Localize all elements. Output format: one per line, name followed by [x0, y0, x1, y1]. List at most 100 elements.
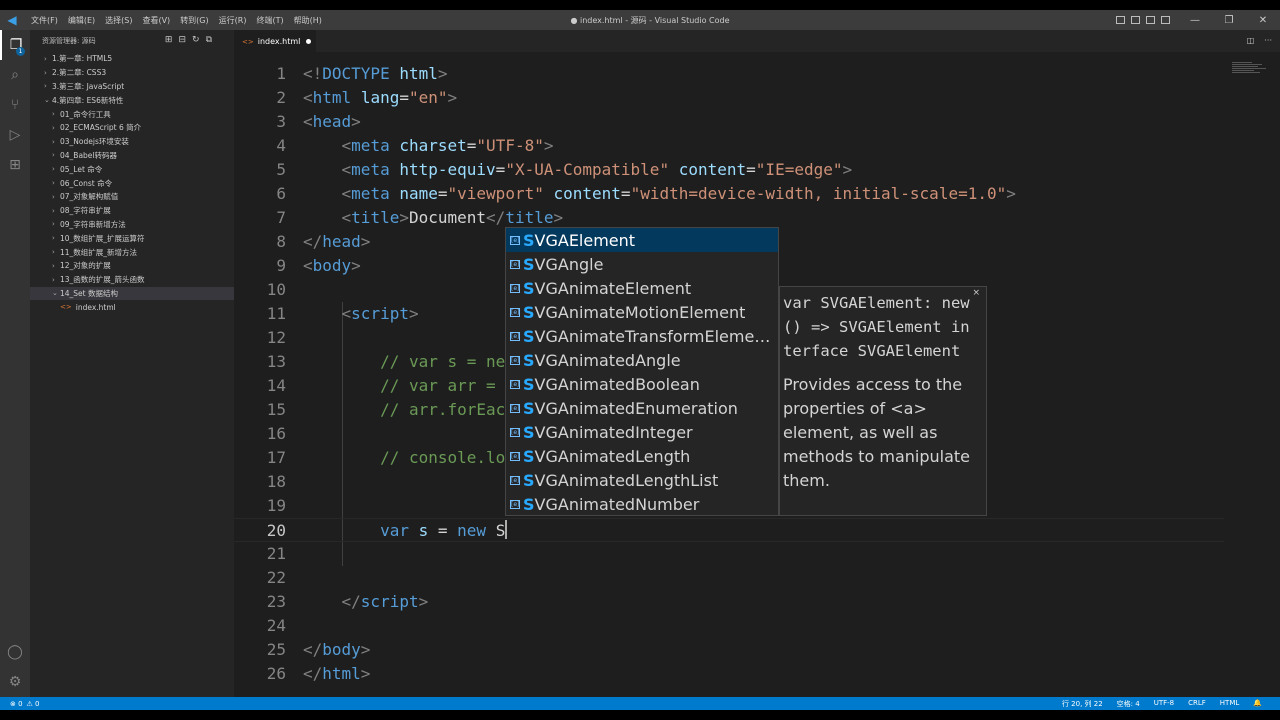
suggestion-item[interactable]: [e] S VGAnimatedAngle: [506, 348, 778, 372]
code-token: title: [505, 208, 554, 227]
text-cursor: [505, 520, 508, 539]
tree-folder-item[interactable]: › 11_数组扩展_新增方法: [30, 245, 234, 259]
toggle-panel-icon[interactable]: [1131, 16, 1140, 24]
split-editor-icon[interactable]: ◫: [1247, 36, 1255, 45]
customize-layout-icon[interactable]: [1161, 16, 1170, 24]
code-line[interactable]: 21: [234, 542, 1224, 566]
refresh-icon[interactable]: ↻: [192, 35, 200, 45]
more-actions-icon[interactable]: ···: [1264, 36, 1272, 45]
suggestion-item[interactable]: [e] S VGAnimatedNumber: [506, 492, 778, 516]
tree-folder-item[interactable]: › 13_函数的扩展_箭头函数: [30, 273, 234, 287]
extensions-icon[interactable]: ⊞: [0, 150, 30, 180]
tree-folder-item[interactable]: › 1.第一章: HTML5: [30, 52, 234, 66]
line-number: 15: [266, 400, 286, 419]
code-line[interactable]: 5 <meta http-equiv="X-UA-Compatible" con…: [234, 158, 1224, 182]
source-control-icon[interactable]: ⑂: [0, 90, 30, 120]
suggestion-item[interactable]: [e] S VGAElement: [506, 228, 778, 252]
code-text: </body>: [303, 638, 370, 662]
tree-folder-item[interactable]: › 07_对象解构赋值: [30, 190, 234, 204]
tree-folder-item[interactable]: ⌄ 4.第四章: ES6新特性: [30, 93, 234, 107]
tree-folder-item[interactable]: › 04_Babel转码器: [30, 149, 234, 163]
suggestion-item[interactable]: [e] S VGAnimatedInteger: [506, 420, 778, 444]
new-file-icon[interactable]: ⊞: [165, 35, 173, 45]
menu-item[interactable]: 选择(S): [100, 15, 137, 26]
suggestion-item[interactable]: [e] S VGAnimateTransformEleme…: [506, 324, 778, 348]
suggestion-label: VGAnimatedAngle: [534, 350, 681, 370]
minimap[interactable]: [1232, 62, 1270, 92]
code-line[interactable]: 24: [234, 614, 1224, 638]
collapse-all-icon[interactable]: ⧉: [206, 35, 212, 45]
code-token: <: [341, 160, 352, 179]
tree-folder-item[interactable]: › 02_ECMAScript 6 简介: [30, 121, 234, 135]
menu-item[interactable]: 查看(V): [137, 15, 175, 26]
code-line[interactable]: 25 </body>: [234, 638, 1224, 662]
minimize-button[interactable]: —: [1178, 15, 1212, 26]
code-line[interactable]: 3 <head>: [234, 110, 1224, 134]
errors-count[interactable]: ⊗ 0: [10, 700, 23, 708]
suggestion-item[interactable]: [e] S VGAnimateMotionElement: [506, 300, 778, 324]
code-token: body: [322, 640, 361, 659]
language-mode[interactable]: HTML: [1220, 699, 1239, 709]
line-ending[interactable]: CRLF: [1188, 699, 1206, 709]
explorer-title: 资源管理器: 源码: [42, 37, 96, 45]
search-icon[interactable]: ⌕: [0, 60, 30, 90]
menu-item[interactable]: 文件(F): [26, 15, 63, 26]
new-folder-icon[interactable]: ⊟: [178, 35, 186, 45]
warnings-count[interactable]: ⚠ 0: [27, 700, 40, 708]
code-token: "X-UA-Compatible": [505, 160, 670, 179]
code-token: <: [303, 256, 313, 275]
tree-item-label: index.html: [75, 302, 116, 312]
maximize-button[interactable]: ❐: [1212, 15, 1246, 26]
tree-folder-item[interactable]: ⌄ 14_Set 数据结构: [30, 286, 234, 301]
close-window-button[interactable]: ✕: [1246, 15, 1280, 26]
code-line[interactable]: 23 </script>: [234, 590, 1224, 614]
menu-item[interactable]: 编辑(E): [63, 15, 100, 26]
code-line[interactable]: 6 <meta name="viewport" content="width=d…: [234, 182, 1224, 206]
tree-folder-item[interactable]: › 05_Let 命令: [30, 162, 234, 176]
menu-item[interactable]: 转到(G): [175, 15, 213, 26]
encoding[interactable]: UTF-8: [1154, 699, 1174, 709]
suggestion-item[interactable]: [e] S VGAnimatedLengthList: [506, 468, 778, 492]
tree-folder-item[interactable]: › 12_对象的扩展: [30, 259, 234, 273]
tree-folder-item[interactable]: › 09_字符串新增方法: [30, 218, 234, 232]
settings-gear-icon[interactable]: ⚙: [0, 667, 30, 697]
tree-folder-item[interactable]: › 08_字符串扩展: [30, 204, 234, 218]
tree-folder-item[interactable]: › 03_Nodejs环境安装: [30, 135, 234, 149]
code-token: meta: [351, 184, 390, 203]
tree-folder-item[interactable]: › 3.第三章: JavaScript: [30, 80, 234, 94]
tree-folder-item[interactable]: › 06_Const 命令: [30, 176, 234, 190]
account-icon[interactable]: ◯: [0, 637, 30, 667]
suggestion-item[interactable]: [e] S VGAnimatedEnumeration: [506, 396, 778, 420]
code-line[interactable]: 22: [234, 566, 1224, 590]
tab-index-html[interactable]: <> index.html: [234, 30, 316, 52]
toggle-sidebar-icon[interactable]: [1116, 16, 1125, 24]
unsaved-dot-icon[interactable]: [306, 39, 312, 44]
tree-file-item[interactable]: <> index.html: [30, 300, 234, 314]
code-token: meta: [351, 136, 390, 155]
tree-folder-item[interactable]: › 2.第二章: CSS3: [30, 66, 234, 80]
code-line[interactable]: 4 <meta charset="UTF-8">: [234, 134, 1224, 158]
menu-item[interactable]: 运行(R): [214, 15, 252, 26]
close-details-icon[interactable]: ×: [972, 288, 980, 298]
cursor-position[interactable]: 行 20, 列 22: [1062, 699, 1103, 709]
menu-item[interactable]: 终端(T): [251, 15, 288, 26]
code-line[interactable]: 20 var s = new S: [234, 518, 1224, 542]
tree-folder-item[interactable]: › 01_命令行工具: [30, 107, 234, 121]
suggest-widget[interactable]: [e] S VGAElement [e] S VGAngle [e] S VGAnimateEl…: [505, 227, 779, 516]
indentation[interactable]: 空格: 4: [1117, 699, 1140, 709]
code-line[interactable]: 1 <!DOCTYPE html>: [234, 62, 1224, 86]
toggle-secondary-sidebar-icon[interactable]: [1146, 16, 1155, 24]
suggestion-item[interactable]: [e] S VGAnimatedBoolean: [506, 372, 778, 396]
suggestion-item[interactable]: [e] S VGAngle: [506, 252, 778, 276]
chevron-right-icon: ›: [52, 220, 55, 229]
run-debug-icon[interactable]: ▷: [0, 120, 30, 150]
suggestion-item[interactable]: [e] S VGAnimatedLength: [506, 444, 778, 468]
suggestion-item[interactable]: [e] S VGAnimateElement: [506, 276, 778, 300]
menu-item[interactable]: 帮助(H): [289, 15, 327, 26]
code-line[interactable]: 26 </html>: [234, 662, 1224, 686]
explorer-icon[interactable]: ❐: [0, 30, 30, 60]
code-line[interactable]: 2 <html lang="en">: [234, 86, 1224, 110]
notifications-icon[interactable]: 🔔: [1253, 699, 1262, 709]
tree-folder-item[interactable]: › 10_数组扩展_扩展运算符: [30, 231, 234, 245]
